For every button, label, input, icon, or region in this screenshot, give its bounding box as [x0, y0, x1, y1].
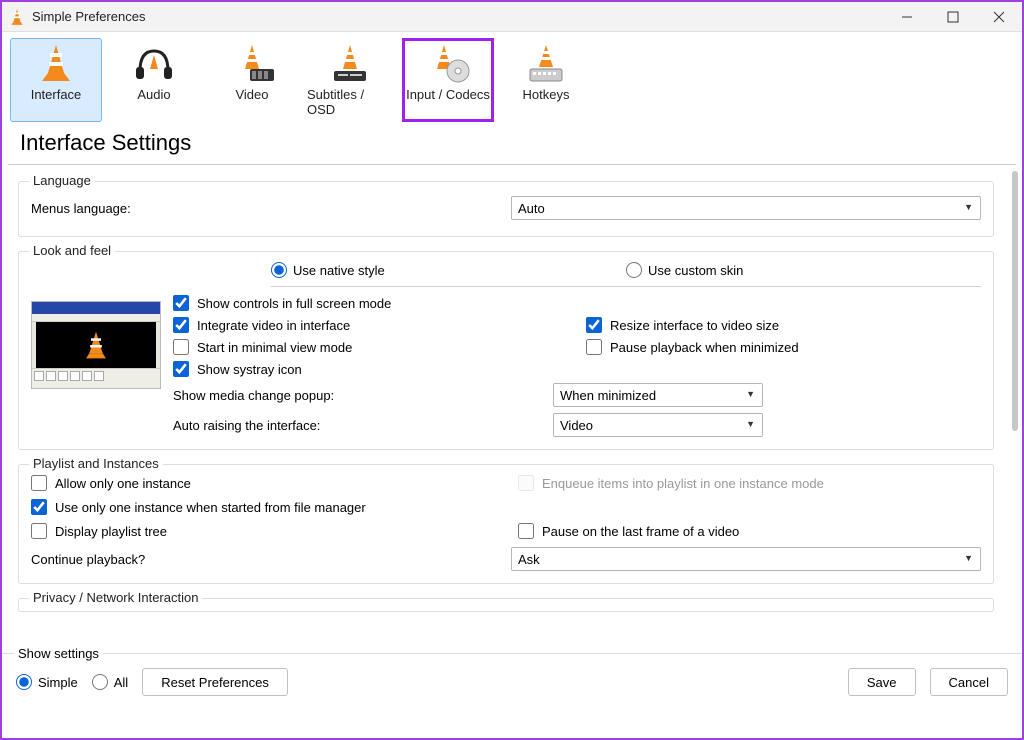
tab-video[interactable]: Video: [206, 38, 298, 122]
show-simple-radio[interactable]: Simple: [16, 674, 78, 690]
one-instance-from-fm-checkbox[interactable]: Use only one instance when started from …: [31, 499, 981, 515]
save-button[interactable]: Save: [848, 668, 916, 696]
continue-playback-combo[interactable]: Ask: [511, 547, 981, 571]
show-all-radio[interactable]: All: [92, 674, 128, 690]
show-controls-fullscreen-checkbox[interactable]: Show controls in full screen mode: [173, 295, 568, 311]
media-popup-label: Show media change popup:: [173, 388, 553, 403]
headphones-icon: [130, 43, 178, 83]
film-icon: [228, 43, 276, 83]
continue-playback-label: Continue playback?: [31, 552, 511, 567]
media-popup-combo[interactable]: When minimized: [553, 383, 763, 407]
style-preview-image: [31, 301, 161, 389]
bottom-bar: Show settings Simple All Reset Preferenc…: [2, 653, 1022, 711]
tab-subtitles[interactable]: Subtitles / OSD: [304, 38, 396, 122]
menus-language-combo[interactable]: Auto: [511, 196, 981, 220]
group-legend: Privacy / Network Interaction: [29, 590, 202, 605]
integrate-video-checkbox[interactable]: Integrate video in interface: [173, 317, 568, 333]
settings-pane: Language Menus language: Auto Look and f…: [2, 165, 1010, 653]
group-look-and-feel: Look and feel Use native style Use custo…: [18, 251, 994, 450]
page-title: Interface Settings: [8, 126, 1016, 165]
tab-interface[interactable]: Interface: [10, 38, 102, 122]
group-legend: Playlist and Instances: [29, 456, 163, 471]
reset-preferences-button[interactable]: Reset Preferences: [142, 668, 288, 696]
show-settings-label: Show settings: [14, 646, 103, 661]
pause-last-frame-checkbox[interactable]: Pause on the last frame of a video: [518, 523, 981, 539]
tab-label: Hotkeys: [523, 87, 570, 102]
cone-icon: [32, 43, 80, 83]
minimize-button[interactable]: [884, 2, 930, 32]
style-custom-radio[interactable]: Use custom skin: [626, 262, 981, 278]
resize-to-video-checkbox[interactable]: Resize interface to video size: [586, 317, 981, 333]
start-minimal-checkbox[interactable]: Start in minimal view mode: [173, 339, 568, 355]
cancel-button[interactable]: Cancel: [930, 668, 1008, 696]
group-privacy: Privacy / Network Interaction: [18, 598, 994, 612]
vlc-app-icon: [8, 8, 26, 26]
group-legend: Language: [29, 173, 95, 188]
window-title: Simple Preferences: [32, 9, 145, 24]
tab-label: Audio: [137, 87, 170, 102]
auto-raise-label: Auto raising the interface:: [173, 418, 553, 433]
menus-language-label: Menus language:: [31, 201, 511, 216]
subtitles-icon: [326, 43, 374, 83]
style-native-radio[interactable]: Use native style: [271, 262, 626, 278]
tab-label: Input / Codecs: [406, 87, 490, 102]
group-language: Language Menus language: Auto: [18, 181, 994, 237]
maximize-button[interactable]: [930, 2, 976, 32]
titlebar: Simple Preferences: [2, 2, 1022, 32]
keyboard-icon: [522, 43, 570, 83]
close-button[interactable]: [976, 2, 1022, 32]
tab-label: Video: [235, 87, 268, 102]
tab-input-codecs[interactable]: Input / Codecs: [402, 38, 494, 122]
disc-icon: [424, 43, 472, 83]
vertical-scrollbar[interactable]: [1010, 165, 1022, 653]
show-systray-checkbox[interactable]: Show systray icon: [173, 361, 568, 377]
radio-label: Use native style: [293, 263, 385, 278]
scrollbar-thumb[interactable]: [1012, 171, 1018, 431]
auto-raise-combo[interactable]: Video: [553, 413, 763, 437]
tab-audio[interactable]: Audio: [108, 38, 200, 122]
display-playlist-tree-checkbox[interactable]: Display playlist tree: [31, 523, 494, 539]
allow-one-instance-checkbox[interactable]: Allow only one instance: [31, 475, 494, 491]
radio-label: Use custom skin: [648, 263, 743, 278]
group-playlist: Playlist and Instances Allow only one in…: [18, 464, 994, 584]
pause-when-minimized-checkbox[interactable]: Pause playback when minimized: [586, 339, 981, 355]
category-tabs: Interface Audio Video Subtitles / OSD In…: [2, 32, 1022, 126]
group-legend: Look and feel: [29, 243, 115, 258]
enqueue-items-checkbox: Enqueue items into playlist in one insta…: [518, 475, 981, 491]
tab-label: Subtitles / OSD: [307, 87, 393, 117]
tab-hotkeys[interactable]: Hotkeys: [500, 38, 592, 122]
tab-label: Interface: [31, 87, 82, 102]
